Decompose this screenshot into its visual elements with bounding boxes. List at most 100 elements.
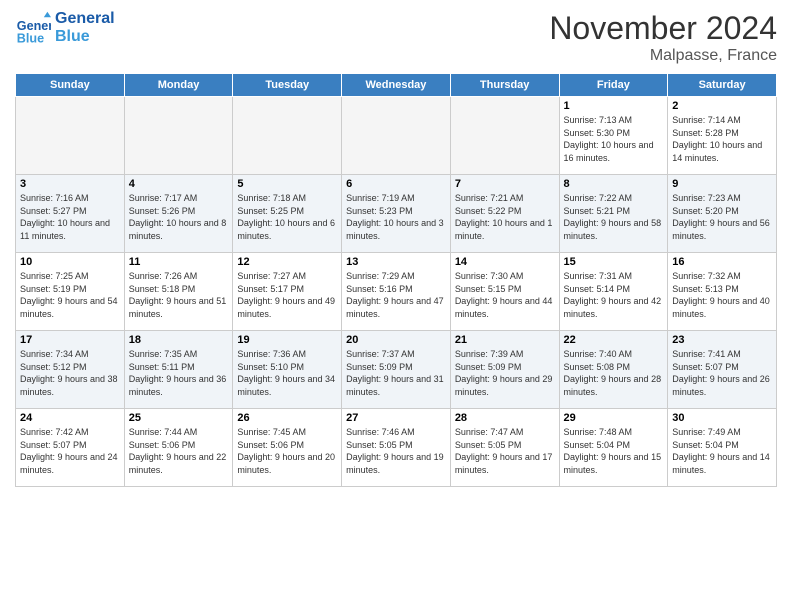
day-number: 27 (346, 412, 446, 424)
calendar-cell: 20 Sunrise: 7:37 AM Sunset: 5:09 PM Dayli… (342, 331, 451, 409)
day-info: Sunrise: 7:19 AM Sunset: 5:23 PM Dayligh… (346, 192, 446, 242)
day-number: 15 (564, 256, 664, 268)
day-info: Sunrise: 7:32 AM Sunset: 5:13 PM Dayligh… (672, 270, 772, 320)
day-info: Sunrise: 7:31 AM Sunset: 5:14 PM Dayligh… (564, 270, 664, 320)
calendar-cell: 15 Sunrise: 7:31 AM Sunset: 5:14 PM Dayli… (559, 253, 668, 331)
calendar-cell: 14 Sunrise: 7:30 AM Sunset: 5:15 PM Dayli… (450, 253, 559, 331)
calendar-cell: 28 Sunrise: 7:47 AM Sunset: 5:05 PM Dayli… (450, 409, 559, 487)
day-info: Sunrise: 7:23 AM Sunset: 5:20 PM Dayligh… (672, 192, 772, 242)
calendar-cell: 11 Sunrise: 7:26 AM Sunset: 5:18 PM Dayli… (124, 253, 233, 331)
calendar-cell: 2 Sunrise: 7:14 AM Sunset: 5:28 PM Daylig… (668, 97, 777, 175)
calendar-cell: 1 Sunrise: 7:13 AM Sunset: 5:30 PM Daylig… (559, 97, 668, 175)
day-number: 16 (672, 256, 772, 268)
calendar-cell: 22 Sunrise: 7:40 AM Sunset: 5:08 PM Dayli… (559, 331, 668, 409)
day-of-week-header: SundayMondayTuesdayWednesdayThursdayFrid… (16, 74, 777, 97)
month-title: November 2024 (549, 10, 777, 47)
dow-header-saturday: Saturday (668, 74, 777, 97)
day-info: Sunrise: 7:45 AM Sunset: 5:06 PM Dayligh… (237, 426, 337, 476)
week-row-4: 17 Sunrise: 7:34 AM Sunset: 5:12 PM Dayli… (16, 331, 777, 409)
day-number: 10 (20, 256, 120, 268)
day-info: Sunrise: 7:49 AM Sunset: 5:04 PM Dayligh… (672, 426, 772, 476)
day-info: Sunrise: 7:14 AM Sunset: 5:28 PM Dayligh… (672, 114, 772, 164)
day-number: 14 (455, 256, 555, 268)
day-info: Sunrise: 7:16 AM Sunset: 5:27 PM Dayligh… (20, 192, 120, 242)
day-info: Sunrise: 7:34 AM Sunset: 5:12 PM Dayligh… (20, 348, 120, 398)
day-number: 17 (20, 334, 120, 346)
calendar-cell (342, 97, 451, 175)
calendar-cell (233, 97, 342, 175)
title-block: November 2024 Malpasse, France (549, 10, 777, 65)
day-number: 1 (564, 100, 664, 112)
day-info: Sunrise: 7:47 AM Sunset: 5:05 PM Dayligh… (455, 426, 555, 476)
day-number: 9 (672, 178, 772, 190)
day-number: 20 (346, 334, 446, 346)
dow-header-tuesday: Tuesday (233, 74, 342, 97)
calendar-cell: 9 Sunrise: 7:23 AM Sunset: 5:20 PM Daylig… (668, 175, 777, 253)
calendar-cell: 18Sunrise: 7:35 AM Sunset: 5:11 PM Dayli… (124, 331, 233, 409)
day-number: 23 (672, 334, 772, 346)
day-number: 2 (672, 100, 772, 112)
day-info: Sunrise: 7:39 AM Sunset: 5:09 PM Dayligh… (455, 348, 555, 398)
day-info: Sunrise: 7:22 AM Sunset: 5:21 PM Dayligh… (564, 192, 664, 242)
day-number: 8 (564, 178, 664, 190)
day-info: Sunrise: 7:29 AM Sunset: 5:16 PM Dayligh… (346, 270, 446, 320)
day-info: Sunrise: 7:13 AM Sunset: 5:30 PM Dayligh… (564, 114, 664, 164)
day-number: 4 (129, 178, 229, 190)
day-info: Sunrise: 7:30 AM Sunset: 5:15 PM Dayligh… (455, 270, 555, 320)
logo-icon: General Blue (15, 10, 51, 46)
calendar-cell: 7 Sunrise: 7:21 AM Sunset: 5:22 PM Daylig… (450, 175, 559, 253)
calendar-cell (450, 97, 559, 175)
day-number: 24 (20, 412, 120, 424)
day-number: 25 (129, 412, 229, 424)
day-info: Sunrise: 7:46 AM Sunset: 5:05 PM Dayligh… (346, 426, 446, 476)
day-info: Sunrise: 7:37 AM Sunset: 5:09 PM Dayligh… (346, 348, 446, 398)
day-number: 28 (455, 412, 555, 424)
calendar-cell: 26 Sunrise: 7:45 AM Sunset: 5:06 PM Dayli… (233, 409, 342, 487)
day-info: Sunrise: 7:44 AM Sunset: 5:06 PM Dayligh… (129, 426, 229, 476)
dow-header-thursday: Thursday (450, 74, 559, 97)
dow-header-wednesday: Wednesday (342, 74, 451, 97)
day-info: Sunrise: 7:21 AM Sunset: 5:22 PM Dayligh… (455, 192, 555, 242)
calendar-cell: 12Sunrise: 7:27 AM Sunset: 5:17 PM Dayli… (233, 253, 342, 331)
day-info: Sunrise: 7:18 AM Sunset: 5:25 PM Dayligh… (237, 192, 337, 242)
calendar-table: SundayMondayTuesdayWednesdayThursdayFrid… (15, 73, 777, 487)
dow-header-sunday: Sunday (16, 74, 125, 97)
calendar-cell: 25 Sunrise: 7:44 AM Sunset: 5:06 PM Dayli… (124, 409, 233, 487)
dow-header-monday: Monday (124, 74, 233, 97)
calendar-cell: 10 Sunrise: 7:25 AM Sunset: 5:19 PM Dayli… (16, 253, 125, 331)
calendar-cell: 16 Sunrise: 7:32 AM Sunset: 5:13 PM Dayli… (668, 253, 777, 331)
calendar-cell: 5 Sunrise: 7:18 AM Sunset: 5:25 PM Daylig… (233, 175, 342, 253)
day-number: 21 (455, 334, 555, 346)
calendar-cell: 3 Sunrise: 7:16 AM Sunset: 5:27 PM Daylig… (16, 175, 125, 253)
day-info: Sunrise: 7:27 AM Sunset: 5:17 PM Dayligh… (237, 270, 337, 320)
page: General Blue General Blue November 2024 … (0, 0, 792, 612)
location-title: Malpasse, France (549, 47, 777, 65)
day-number: 3 (20, 178, 120, 190)
calendar-cell: 23 Sunrise: 7:41 AM Sunset: 5:07 PM Dayli… (668, 331, 777, 409)
day-info: Sunrise: 7:25 AM Sunset: 5:19 PM Dayligh… (20, 270, 120, 320)
week-row-3: 10 Sunrise: 7:25 AM Sunset: 5:19 PM Dayli… (16, 253, 777, 331)
logo: General Blue General Blue (15, 10, 115, 46)
calendar-cell (16, 97, 125, 175)
day-number: 26 (237, 412, 337, 424)
week-row-5: 24Sunrise: 7:42 AM Sunset: 5:07 PM Dayli… (16, 409, 777, 487)
day-info: Sunrise: 7:41 AM Sunset: 5:07 PM Dayligh… (672, 348, 772, 398)
calendar-cell: 24Sunrise: 7:42 AM Sunset: 5:07 PM Dayli… (16, 409, 125, 487)
day-number: 13 (346, 256, 446, 268)
calendar-cell (124, 97, 233, 175)
day-number: 29 (564, 412, 664, 424)
calendar-cell: 27 Sunrise: 7:46 AM Sunset: 5:05 PM Dayli… (342, 409, 451, 487)
day-number: 5 (237, 178, 337, 190)
day-number: 30 (672, 412, 772, 424)
day-info: Sunrise: 7:26 AM Sunset: 5:18 PM Dayligh… (129, 270, 229, 320)
day-number: 7 (455, 178, 555, 190)
day-number: 18 (129, 334, 229, 346)
week-row-1: 1 Sunrise: 7:13 AM Sunset: 5:30 PM Daylig… (16, 97, 777, 175)
day-number: 22 (564, 334, 664, 346)
day-info: Sunrise: 7:40 AM Sunset: 5:08 PM Dayligh… (564, 348, 664, 398)
logo-general: General (55, 10, 115, 28)
day-info: Sunrise: 7:48 AM Sunset: 5:04 PM Dayligh… (564, 426, 664, 476)
day-number: 6 (346, 178, 446, 190)
day-number: 11 (129, 256, 229, 268)
calendar-cell: 30 Sunrise: 7:49 AM Sunset: 5:04 PM Dayli… (668, 409, 777, 487)
